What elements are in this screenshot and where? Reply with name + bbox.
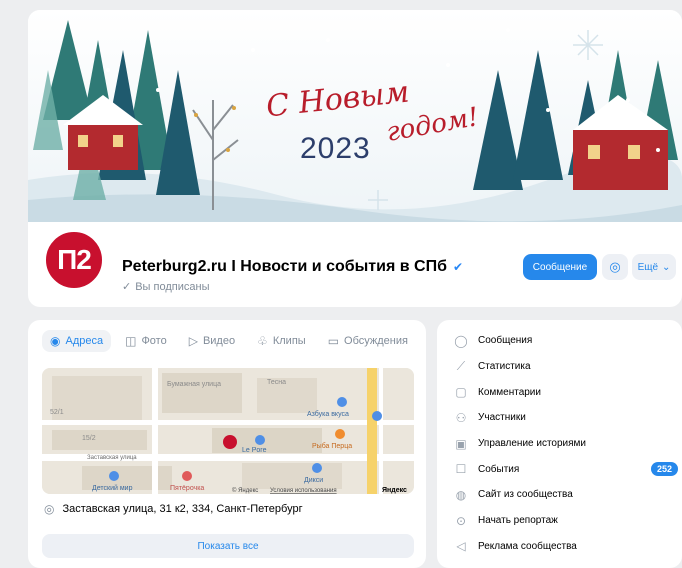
location-pin-icon: ◎ <box>44 502 55 516</box>
content-tabs: ◉ Адреса ◫ Фото ▷ Видео ♧ Клипы ▭ Обсужд… <box>42 330 416 352</box>
menu-item-label: Участники <box>478 412 526 424</box>
menu-item-label: События <box>478 463 520 475</box>
comment-icon: ▢ <box>455 385 467 400</box>
page: С Новым годом! 2023 П2 Peterburg2.ru I Н… <box>0 0 682 568</box>
show-all-button[interactable]: Показать все <box>42 534 414 558</box>
map-street-label: Заставская улица <box>87 455 137 461</box>
menu-item-members[interactable]: ⚇ Участники <box>437 405 682 431</box>
stats-icon: ⟋ <box>456 359 466 374</box>
tab-videos[interactable]: ▷ Видео <box>181 330 243 352</box>
address-row[interactable]: ◎ Заставская улица, 31 к2, 334, Санкт-Пе… <box>44 502 303 516</box>
tab-label: Адреса <box>65 335 104 347</box>
users-icon: ⚇ <box>455 410 467 425</box>
map-copyright: © Яндекс <box>232 487 258 494</box>
map-street-label: Бумажная улица <box>167 381 221 388</box>
message-button-label: Сообщение <box>532 261 588 273</box>
menu-item-messages[interactable]: ◯ Сообщения <box>437 328 682 354</box>
admin-menu-card: ◯ Сообщения ⟋ Статистика ▢ Комментарии ⚇… <box>437 320 682 568</box>
addresses-card: ◉ Адреса ◫ Фото ▷ Видео ♧ Клипы ▭ Обсужд… <box>28 320 426 568</box>
group-header-card: С Новым годом! 2023 П2 Peterburg2.ru I Н… <box>28 10 682 307</box>
video-icon: ▷ <box>188 334 198 348</box>
map-house-label: 52/1 <box>50 409 64 416</box>
map-canvas: Бумажная улица Тесна 52/1 15/2 Заставска… <box>42 368 414 494</box>
show-all-label: Показать все <box>197 540 259 552</box>
broadcast-icon: ⊙ <box>455 513 467 528</box>
map-street-label: Тесна <box>267 379 286 386</box>
menu-item-label: Сообщения <box>478 335 533 347</box>
menu-item-stories[interactable]: ▣ Управление историями <box>437 431 682 457</box>
camera-icon: ◫ <box>125 334 137 348</box>
ads-icon: ◁ <box>456 539 466 554</box>
tab-label: Фото <box>141 335 167 347</box>
tab-photos[interactable]: ◫ Фото <box>117 330 175 352</box>
tab-discussions[interactable]: ▭ Обсуждения <box>320 330 416 352</box>
group-title-row: Peterburg2.ru I Новости и события в СПб … <box>122 258 463 276</box>
menu-item-statistics[interactable]: ⟋ Статистика <box>437 354 682 380</box>
address-text: Заставская улица, 31 к2, 334, Санкт-Пете… <box>62 503 303 515</box>
camera-icon: ◎ <box>609 259 621 274</box>
map-logo: Яндекс <box>382 487 407 494</box>
tab-label: Клипы <box>272 335 306 347</box>
clips-icon: ♧ <box>257 334 268 348</box>
tab-label: Обсуждения <box>344 335 408 347</box>
address-map[interactable]: Бумажная улица Тесна 52/1 15/2 Заставска… <box>42 368 414 494</box>
subscription-status-label: Вы подписаны <box>135 280 210 293</box>
map-poi-label: Рыба Перца <box>312 442 352 450</box>
map-poi-label: Le Pore <box>242 447 267 454</box>
menu-item-comments[interactable]: ▢ Комментарии <box>437 379 682 405</box>
group-name: Peterburg2.ru I Новости и события в СПб <box>122 258 447 275</box>
menu-item-ads[interactable]: ◁ Реклама сообщества <box>437 534 682 560</box>
menu-item-label: Сайт из сообщества <box>478 489 573 501</box>
calendar-icon: ☐ <box>455 462 467 477</box>
chat-icon: ▭ <box>327 334 340 348</box>
menu-item-label: Комментарии <box>478 386 541 398</box>
checkmark-icon: ✓ <box>122 281 132 293</box>
new-year-greeting: С Новым годом! 2023 <box>265 75 496 182</box>
menu-item-label: Управление историями <box>478 438 587 450</box>
stories-icon: ▣ <box>455 436 467 451</box>
more-button-label: Ещё <box>637 261 659 273</box>
menu-item-label: Статистика <box>478 361 531 373</box>
greeting-year: 2023 <box>300 132 371 165</box>
map-terms-link: Условия использования <box>270 488 337 494</box>
chevron-down-icon: ⌄ <box>662 261 671 273</box>
tab-clips[interactable]: ♧ Клипы <box>249 330 314 352</box>
globe-icon: ◍ <box>455 487 467 502</box>
message-icon: ◯ <box>454 333 468 348</box>
menu-item-label: Реклама сообщества <box>478 540 577 552</box>
group-avatar[interactable]: П2 <box>42 228 106 292</box>
more-button[interactable]: Ещё ⌄ <box>632 254 676 280</box>
tab-addresses[interactable]: ◉ Адреса <box>42 330 112 352</box>
pin-icon: ◉ <box>50 334 61 348</box>
menu-item-site[interactable]: ◍ Сайт из сообщества <box>437 482 682 508</box>
menu-item-label: Начать репортаж <box>478 515 558 527</box>
message-button[interactable]: Сообщение <box>523 254 597 280</box>
menu-item-events[interactable]: ☐ События 252 <box>437 456 682 482</box>
menu-item-broadcast[interactable]: ⊙ Начать репортаж <box>437 508 682 534</box>
admin-menu: ◯ Сообщения ⟋ Статистика ▢ Комментарии ⚇… <box>437 328 682 559</box>
map-poi-label: Азбука вкуса <box>307 410 349 418</box>
map-poi-label: Дикси <box>304 477 323 484</box>
verified-check-icon: ✔ <box>452 260 464 274</box>
cover-image: С Новым годом! 2023 <box>28 10 682 222</box>
map-house-label: 15/2 <box>82 435 96 442</box>
map-poi-label: Детский мир <box>92 484 133 492</box>
map-poi-label: Пятёрочка <box>170 485 204 492</box>
story-button[interactable]: ◎ <box>602 254 628 280</box>
subscription-status[interactable]: ✓ Вы подписаны <box>122 280 210 294</box>
tab-label: Видео <box>202 335 236 347</box>
events-count-badge: 252 <box>650 462 678 477</box>
avatar-text: П2 <box>57 244 92 275</box>
